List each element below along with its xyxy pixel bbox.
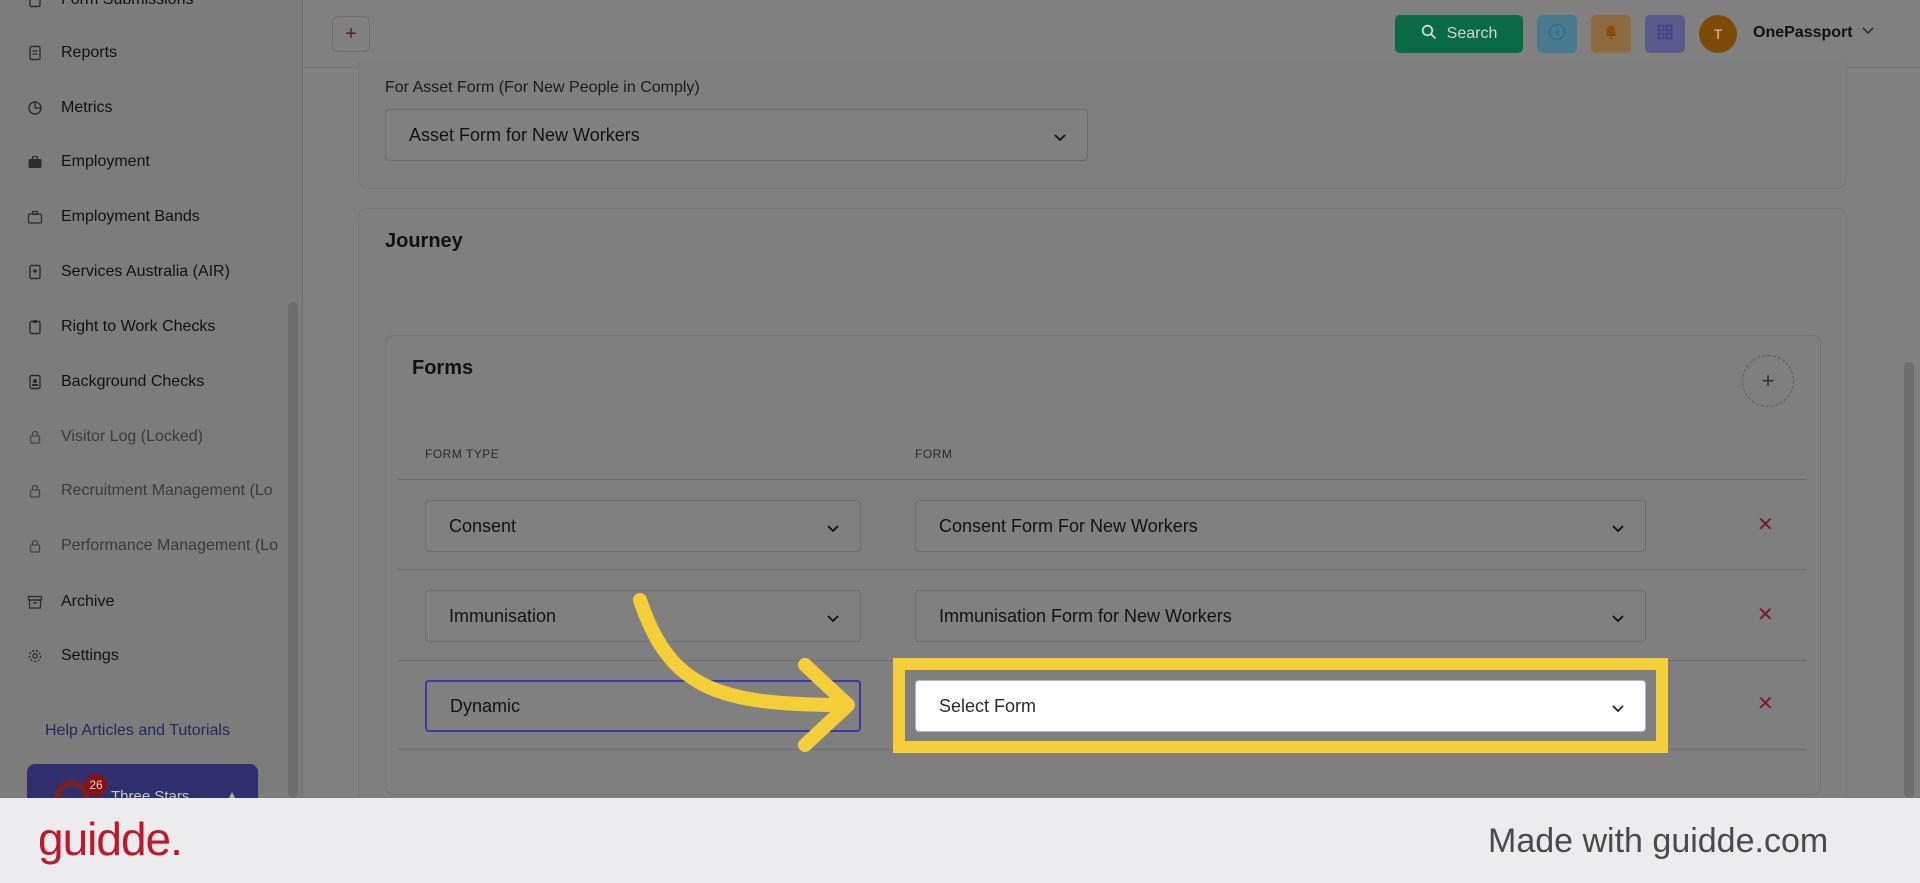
form-select[interactable]: Consent Form For New Workers: [915, 500, 1646, 552]
gear-icon: [25, 646, 45, 666]
sidebar-item-performance[interactable]: Performance Management (Lo: [25, 526, 287, 566]
id-card-icon: [25, 262, 45, 282]
sidebar-item-label: Reports: [61, 44, 118, 61]
forms-title: Forms: [412, 357, 474, 379]
sidebar-item-label: Archive: [61, 593, 115, 610]
form-select[interactable]: Immunisation Form for New Workers: [915, 590, 1646, 642]
sidebar-item-background-checks[interactable]: Background Checks: [25, 362, 287, 402]
pie-chart-icon: [25, 98, 45, 118]
chevron-down-icon[interactable]: [1861, 23, 1875, 40]
notifications-button[interactable]: [1591, 15, 1631, 53]
highlight-frame: [893, 658, 1668, 753]
apps-button[interactable]: [1645, 15, 1685, 53]
briefcase-outline-icon: [25, 207, 45, 227]
search-icon: [1421, 24, 1437, 45]
asset-form-label: For Asset Form (For New People in Comply…: [385, 79, 700, 96]
sidebar-item-label: Employment Bands: [61, 208, 200, 225]
grid-icon: [1657, 24, 1673, 45]
divider: [398, 569, 1807, 570]
briefcase-icon: [25, 152, 45, 172]
sidebar-item-label: Right to Work Checks: [61, 318, 216, 335]
sidebar-item-label: Visitor Log (Locked): [61, 428, 203, 445]
add-form-button[interactable]: +: [1742, 355, 1794, 407]
sidebar-item-label: Services Australia (AIR): [61, 263, 230, 280]
lock-icon: [25, 536, 45, 556]
sidebar-item-metrics[interactable]: Metrics: [25, 88, 287, 128]
sidebar-item-form-submissions[interactable]: Form Submissions: [25, 0, 287, 20]
sidebar-item-employment-bands[interactable]: Employment Bands: [25, 197, 287, 237]
sidebar-item-right-to-work[interactable]: Right to Work Checks: [25, 307, 287, 347]
user-menu-name[interactable]: OnePassport: [1753, 24, 1853, 42]
sidebar-item-services-australia[interactable]: Services Australia (AIR): [25, 252, 287, 292]
pointer-arrow-icon: [633, 593, 855, 752]
avatar[interactable]: T: [1699, 15, 1737, 53]
info-icon: [1548, 23, 1566, 46]
notification-count-badge: 26: [85, 774, 107, 796]
clipboard-icon: [25, 317, 45, 337]
asset-form-select[interactable]: Asset Form for New Workers: [385, 109, 1088, 161]
form-type-value: Immunisation: [449, 605, 557, 626]
sidebar-item-archive[interactable]: Archive: [25, 582, 287, 622]
chevron-down-icon: [826, 519, 840, 533]
sidebar-item-label: Employment: [61, 153, 150, 170]
help-articles-link[interactable]: Help Articles and Tutorials: [45, 722, 230, 740]
lock-icon: [25, 481, 45, 501]
journey-title: Journey: [385, 230, 463, 252]
column-header-form: FORM: [915, 447, 953, 461]
sidebar-item-label: Form Submissions: [61, 0, 193, 9]
sidebar-item-label: Background Checks: [61, 373, 205, 390]
lock-icon: [25, 427, 45, 447]
form-type-value: Dynamic: [450, 695, 521, 716]
delete-row-button[interactable]: ✕: [1757, 512, 1774, 537]
sidebar-item-label: Performance Management (Lo: [61, 537, 278, 554]
sidebar-item-visitor-log[interactable]: Visitor Log (Locked): [25, 417, 287, 457]
made-with-text: Made with guidde.com: [1488, 822, 1829, 860]
form-type-value: Consent: [449, 515, 517, 536]
plus-icon: +: [1761, 368, 1775, 393]
sidebar-item-label: Settings: [61, 647, 119, 664]
sidebar: Form Submissions Reports Metrics Employm…: [0, 0, 303, 798]
guidde-logo: guidde.: [38, 813, 183, 865]
file-icon: [25, 0, 45, 10]
document-icon: [25, 372, 45, 392]
sidebar-item-recruitment[interactable]: Recruitment Management (Lo: [25, 471, 287, 511]
report-icon: [25, 43, 45, 63]
bell-icon: [1603, 24, 1619, 45]
column-header-form-type: FORM TYPE: [425, 447, 500, 461]
archive-icon: [25, 592, 45, 612]
chevron-down-icon: [1611, 519, 1625, 533]
sidebar-item-label: Metrics: [61, 99, 113, 116]
chevron-down-icon: [1611, 609, 1625, 623]
main-scrollbar[interactable]: [1904, 362, 1914, 798]
search-button-label: Search: [1446, 25, 1498, 42]
quick-add-button[interactable]: +: [332, 16, 370, 52]
search-button[interactable]: Search: [1395, 15, 1523, 53]
sidebar-item-label: Recruitment Management (Lo: [61, 482, 273, 499]
form-type-select[interactable]: Consent: [425, 500, 861, 552]
form-value: Immunisation Form for New Workers: [939, 605, 1232, 626]
asset-form-value: Asset Form for New Workers: [409, 124, 640, 145]
sidebar-scrollbar[interactable]: [288, 302, 298, 798]
chevron-down-icon: [1053, 128, 1067, 142]
sidebar-item-settings[interactable]: Settings: [25, 636, 287, 676]
delete-row-button[interactable]: ✕: [1757, 691, 1774, 716]
delete-row-button[interactable]: ✕: [1757, 602, 1774, 627]
form-value: Consent Form For New Workers: [939, 515, 1198, 536]
sidebar-item-employment[interactable]: Employment: [25, 142, 287, 182]
info-button[interactable]: [1537, 15, 1577, 53]
divider: [398, 479, 1807, 480]
sidebar-item-reports[interactable]: Reports: [25, 33, 287, 73]
